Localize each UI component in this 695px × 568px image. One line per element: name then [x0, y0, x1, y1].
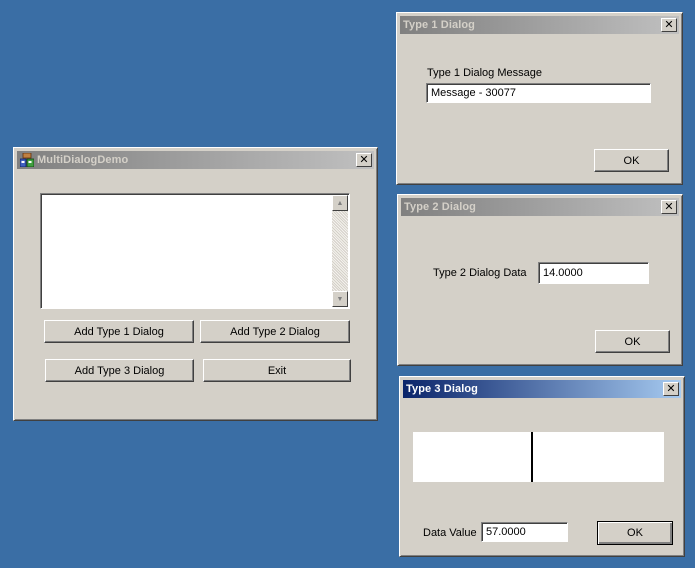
close-icon[interactable]: ✕ [661, 18, 677, 32]
add-type3-dialog-button[interactable]: Add Type 3 Dialog [45, 359, 194, 382]
type2-dialog-title: Type 2 Dialog [404, 201, 476, 213]
main-window-titlebar[interactable]: MultiDialogDemo ✕ [17, 151, 374, 169]
type3-indicator-panel [413, 432, 664, 482]
add-type2-dialog-button[interactable]: Add Type 2 Dialog [200, 320, 350, 343]
close-icon[interactable]: ✕ [663, 382, 679, 396]
type1-ok-button[interactable]: OK [594, 149, 669, 172]
listbox-vertical-scrollbar[interactable]: ▲ ▼ [332, 195, 348, 307]
dialog-listbox[interactable]: ▲ ▼ [40, 193, 350, 309]
type3-indicator-line [531, 432, 533, 482]
type3-ok-button[interactable]: OK [597, 521, 673, 545]
type2-dialog-titlebar[interactable]: Type 2 Dialog ✕ [401, 198, 679, 216]
type3-data-label: Data Value [423, 527, 477, 539]
type2-dialog: Type 2 Dialog ✕ Type 2 Dialog Data 14.00… [397, 194, 683, 366]
type2-data-label: Type 2 Dialog Data [433, 267, 527, 279]
type3-dialog: Type 3 Dialog ✕ Data Value 57.0000 OK [399, 376, 685, 557]
type1-dialog: Type 1 Dialog ✕ Type 1 Dialog Message Me… [396, 12, 683, 185]
add-type1-dialog-button[interactable]: Add Type 1 Dialog [44, 320, 194, 343]
type1-message-field[interactable]: Message - 30077 [426, 83, 651, 103]
close-icon[interactable]: ✕ [661, 200, 677, 214]
type2-data-field[interactable]: 14.0000 [538, 262, 649, 284]
type1-message-label: Type 1 Dialog Message [427, 67, 542, 79]
type3-dialog-titlebar[interactable]: Type 3 Dialog ✕ [403, 380, 681, 398]
type3-dialog-title: Type 3 Dialog [406, 383, 478, 395]
exit-button[interactable]: Exit [203, 359, 351, 382]
scroll-down-arrow-icon[interactable]: ▼ [332, 291, 348, 307]
main-window: MultiDialogDemo ✕ ▲ ▼ Add Type 1 Dialog … [13, 147, 378, 421]
type1-dialog-title: Type 1 Dialog [403, 19, 475, 31]
main-window-title: MultiDialogDemo [37, 154, 129, 166]
scroll-up-arrow-icon[interactable]: ▲ [332, 195, 348, 211]
app-icon [19, 152, 35, 168]
type1-dialog-titlebar[interactable]: Type 1 Dialog ✕ [400, 16, 679, 34]
close-icon[interactable]: ✕ [356, 153, 372, 167]
type2-ok-button[interactable]: OK [595, 330, 670, 353]
type3-data-field[interactable]: 57.0000 [481, 522, 568, 542]
